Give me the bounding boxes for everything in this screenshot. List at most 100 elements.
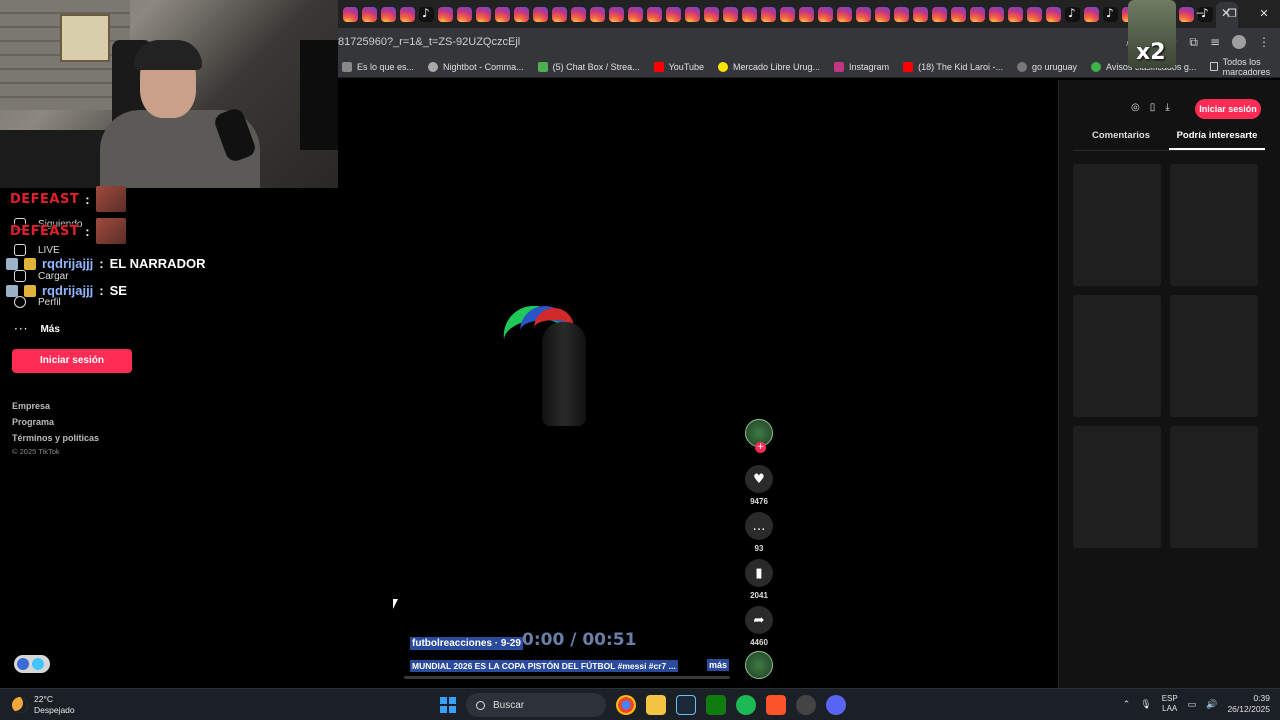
url-field[interactable]: 81725960?_r=1&_t=ZS-92UZQczcEjl — [338, 36, 1058, 48]
volume-icon[interactable]: 🔊 — [1206, 699, 1217, 710]
instagram-tab-icon[interactable] — [875, 6, 890, 22]
tab-suggested[interactable]: Podría interesarte — [1169, 130, 1265, 150]
instagram-tab-icon[interactable] — [552, 6, 567, 22]
instagram-tab-icon[interactable] — [571, 6, 586, 22]
extensions-icon[interactable]: ⧉ — [1189, 35, 1198, 50]
video-thumbnail[interactable] — [1170, 295, 1258, 417]
instagram-tab-icon[interactable] — [685, 6, 700, 22]
video-author[interactable]: futbolreacciones · 9-29 — [410, 637, 523, 650]
instagram-tab-icon[interactable] — [723, 6, 738, 22]
instagram-tab-icon[interactable] — [381, 6, 396, 22]
windows-start-icon[interactable] — [440, 697, 456, 713]
tiktok-tab-icon[interactable] — [419, 6, 434, 22]
comment-button[interactable]: … 93 — [744, 512, 774, 553]
video-thumbnail[interactable] — [1170, 426, 1258, 548]
steam-icon[interactable] — [676, 695, 696, 715]
download-icon[interactable]: ⤓ — [1165, 102, 1169, 113]
instagram-tab-icon[interactable] — [818, 6, 833, 22]
instagram-tab-icon[interactable] — [913, 6, 928, 22]
profile-avatar[interactable] — [1232, 35, 1246, 49]
instagram-tab-icon[interactable] — [951, 6, 966, 22]
tiktok-tab-icon[interactable] — [1065, 6, 1080, 22]
language-indicator[interactable]: ESP LAA — [1162, 694, 1178, 714]
follow-plus-icon[interactable]: + — [755, 442, 766, 453]
instagram-tab-icon[interactable] — [400, 6, 415, 22]
video-thumbnail[interactable] — [1073, 164, 1161, 286]
instagram-tab-icon[interactable] — [590, 6, 605, 22]
obs-icon[interactable] — [796, 695, 816, 715]
instagram-tab-icon[interactable] — [1008, 6, 1023, 22]
login-button[interactable]: Iniciar sesión — [12, 349, 132, 373]
spotify-icon[interactable] — [736, 695, 756, 715]
instagram-tab-icon[interactable] — [495, 6, 510, 22]
chrome-icon[interactable] — [616, 695, 636, 715]
network-icon[interactable]: ▭ — [1188, 699, 1197, 710]
instagram-tab-icon[interactable] — [343, 6, 358, 22]
right-login-button[interactable]: Iniciar sesión — [1195, 99, 1261, 119]
bookmark-item[interactable]: (5) Chat Box / Strea... — [537, 61, 640, 72]
like-button[interactable]: ♥ 9476 — [744, 465, 774, 506]
clock[interactable]: 0:39 26/12/2025 — [1227, 693, 1270, 715]
more-link[interactable]: más — [707, 659, 730, 671]
media-icon[interactable]: ≡ — [1210, 35, 1220, 49]
footer-link[interactable]: Empresa — [12, 398, 99, 414]
menu-icon[interactable]: ⋮ — [1258, 35, 1270, 49]
tiktok-tab-icon[interactable] — [1103, 6, 1118, 22]
sidebar-item-upload[interactable]: Cargar — [14, 270, 69, 282]
file-explorer-icon[interactable] — [646, 695, 666, 715]
instagram-tab-icon[interactable] — [704, 6, 719, 22]
bookmark-item[interactable]: (18) The Kid Laroi -... — [903, 61, 1003, 72]
instagram-tab-icon[interactable] — [533, 6, 548, 22]
instagram-tab-icon[interactable] — [989, 6, 1004, 22]
instagram-tab-icon[interactable] — [799, 6, 814, 22]
instagram-tab-icon[interactable] — [609, 6, 624, 22]
instagram-tab-icon[interactable] — [761, 6, 776, 22]
instagram-tab-icon[interactable] — [514, 6, 529, 22]
instagram-tab-icon[interactable] — [894, 6, 909, 22]
instagram-tab-icon[interactable] — [457, 6, 472, 22]
instagram-tab-icon[interactable] — [780, 6, 795, 22]
share-button[interactable]: ➦ 4460 — [744, 606, 774, 647]
xbox-icon[interactable] — [706, 695, 726, 715]
bookmark-item[interactable]: YouTube — [653, 61, 704, 72]
chevron-up-icon[interactable]: ⌃ — [1123, 699, 1131, 710]
instagram-tab-icon[interactable] — [647, 6, 662, 22]
save-button[interactable]: ▮ 2041 — [744, 559, 774, 600]
restore-icon[interactable]: ❐ — [1216, 0, 1248, 28]
bookmark-item[interactable]: Nightbot - Comma... — [428, 61, 524, 72]
instagram-tab-icon[interactable] — [837, 6, 852, 22]
taskbar-search[interactable]: Buscar — [466, 693, 606, 717]
footer-link[interactable]: Términos y políticas — [12, 430, 99, 446]
close-window-icon[interactable]: ✕ — [1248, 0, 1280, 28]
video-progress-bar[interactable] — [404, 676, 730, 679]
tab-comments[interactable]: Comentarios — [1073, 130, 1169, 150]
weather-widget[interactable]: 22°C Despejado — [12, 694, 75, 716]
instagram-tab-icon[interactable] — [742, 6, 757, 22]
instagram-tab-icon[interactable] — [628, 6, 643, 22]
footer-link[interactable]: Programa — [12, 414, 99, 430]
instagram-tab-icon[interactable] — [970, 6, 985, 22]
video-thumbnail[interactable] — [1073, 426, 1161, 548]
video-player[interactable] — [338, 80, 1058, 688]
bookmark-item[interactable]: Mercado Libre Urug... — [718, 61, 820, 72]
bookmark-item[interactable]: Instagram — [834, 61, 889, 72]
video-thumbnail[interactable] — [1073, 295, 1161, 417]
microphone-icon[interactable]: 🎙 — [1140, 699, 1151, 710]
minimize-icon[interactable]: ─ — [1184, 0, 1216, 28]
instagram-tab-icon[interactable] — [932, 6, 947, 22]
instagram-tab-icon[interactable] — [362, 6, 377, 22]
extension-toggle[interactable] — [14, 655, 50, 673]
instagram-tab-icon[interactable] — [438, 6, 453, 22]
bookmark-item[interactable]: go uruguay — [1016, 61, 1077, 72]
coin-icon[interactable]: ◎ — [1131, 102, 1140, 113]
sidebar-item-more[interactable]: ··· Más — [14, 322, 60, 336]
bookmark-item[interactable]: Es lo que es... — [342, 61, 414, 72]
all-bookmarks[interactable]: Todos los marcadores — [1210, 57, 1280, 77]
sound-disc-button[interactable] — [744, 651, 774, 679]
creator-avatar-button[interactable]: + — [744, 419, 774, 453]
instagram-tab-icon[interactable] — [476, 6, 491, 22]
instagram-tab-icon[interactable] — [1046, 6, 1061, 22]
brave-icon[interactable] — [766, 695, 786, 715]
video-thumbnail[interactable] — [1170, 164, 1258, 286]
instagram-tab-icon[interactable] — [1084, 6, 1099, 22]
